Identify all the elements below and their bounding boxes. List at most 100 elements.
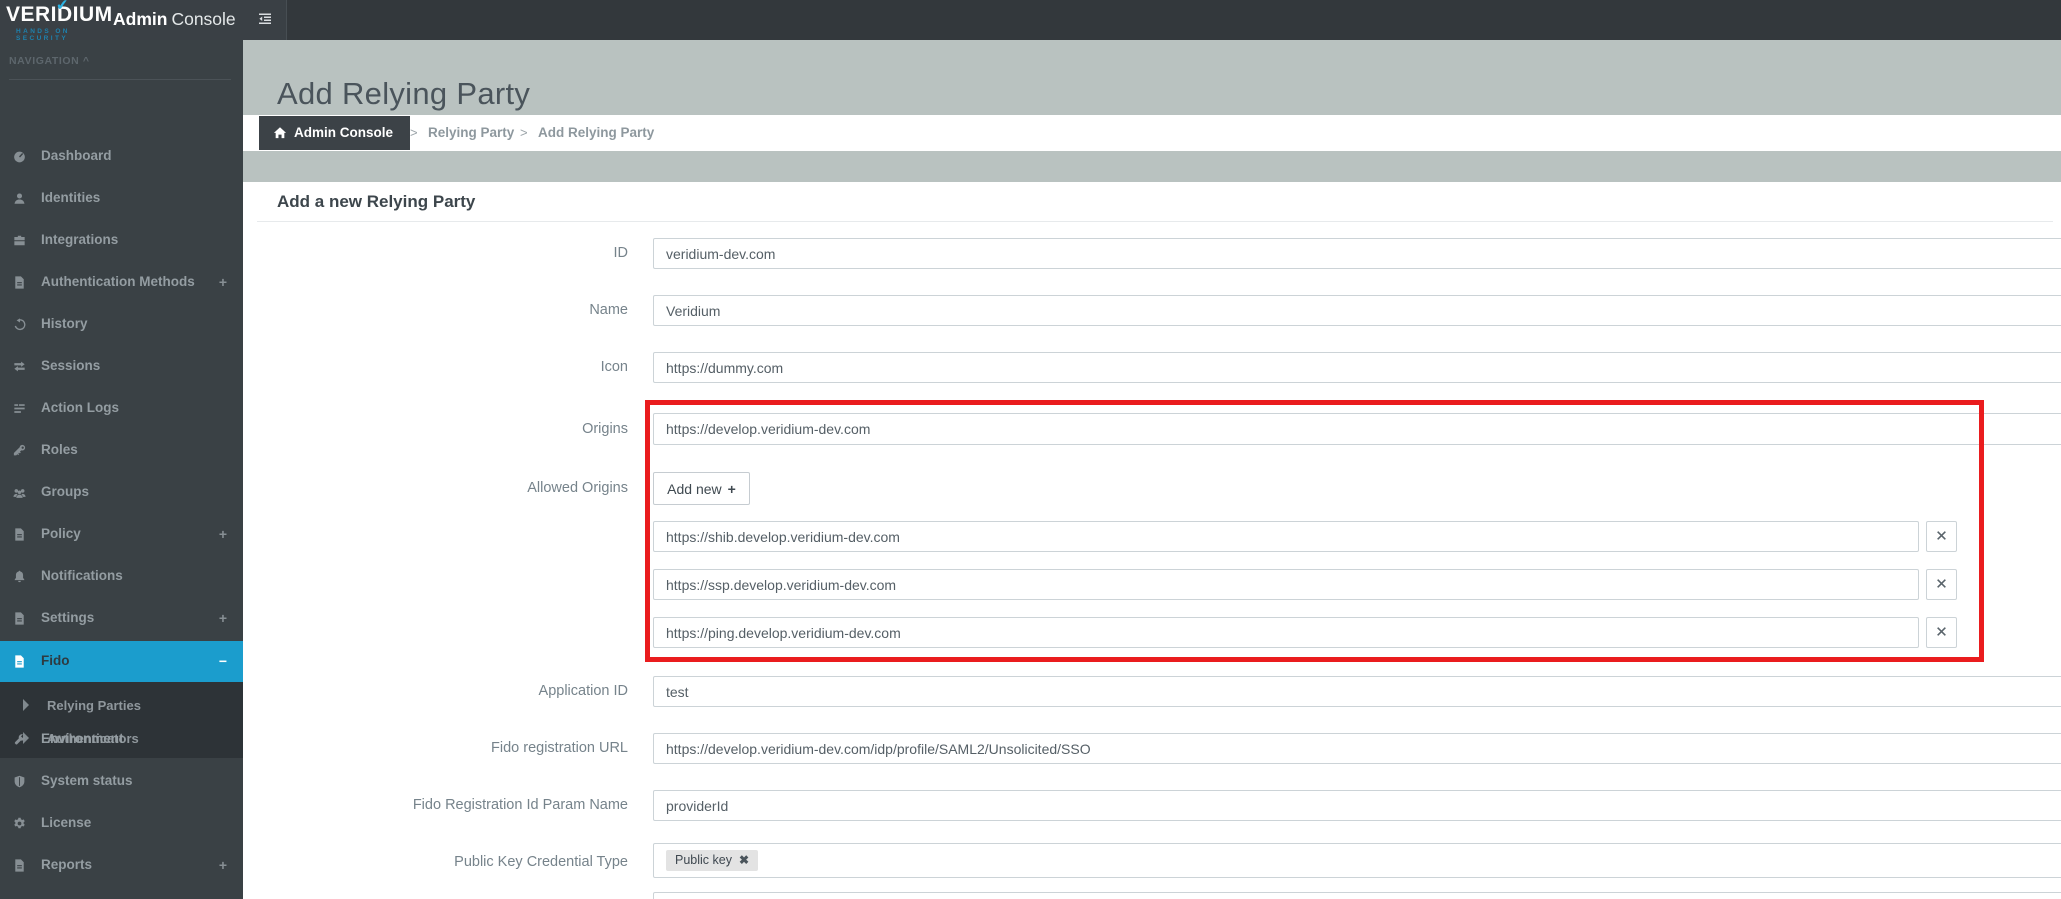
brand-checkmark-icon: ✔ [55,0,70,15]
sidebar-subitem-relying-parties[interactable]: Relying Parties [0,689,243,723]
name-input[interactable] [653,295,2061,326]
sidebar-item-roles[interactable]: Roles [0,430,243,472]
sidebar-item-label: Dashboard [41,148,112,163]
sidebar-section-label: NAVIGATION ^ [9,55,90,67]
sidebar-item-authentication-methods[interactable]: Authentication Methods + [0,262,243,304]
sidebar-item-label: Reports [41,857,93,872]
sidebar-item-action-logs[interactable]: Action Logs [0,388,243,430]
icon-input[interactable] [653,352,2061,383]
sessions-icon [12,359,28,375]
origins-input[interactable] [653,413,2061,445]
breadcrumb-root[interactable]: Admin Console [259,116,411,152]
document-icon [12,654,28,670]
remove-origin-button-1[interactable] [1926,521,1957,552]
expand-plus-icon[interactable]: + [219,526,227,542]
sidebar-divider [9,79,231,80]
page-header: Add Relying Party Admin Console > Relyin… [243,40,2061,182]
field-label-id: ID [613,245,629,261]
sidebar-item-label: License [41,815,92,830]
user-icon [12,191,28,207]
fido-registration-url-input[interactable] [653,733,2061,764]
key-icon [12,443,28,459]
sidebar-subitem-label: Relying Parties [47,698,141,713]
sidebar-item-integrations[interactable]: Integrations [0,220,243,262]
sidebar-item-history[interactable]: History [0,304,243,346]
sidebar-item-sessions[interactable]: Sessions [0,346,243,388]
sidebar-item-settings[interactable]: Settings + [0,598,243,640]
sidebar-item-fido[interactable]: Fido − [0,641,243,682]
sidebar-item-label: History [41,316,88,331]
sidebar-item-label: Notifications [41,568,123,583]
sidebar-toggle-button[interactable] [252,9,278,31]
expand-plus-icon[interactable]: + [219,274,227,290]
sidebar-item-system-status[interactable]: System status [0,761,243,803]
field-label-public-key-credential-type: Public Key Credential Type [454,854,628,870]
topbar: VERIDIUM ✔ HANDS ON SECURITY Admin Consol… [0,0,2061,42]
field-label-icon: Icon [600,359,628,375]
plus-icon: + [727,480,736,497]
topbar-brand-section: VERIDIUM ✔ HANDS ON SECURITY Admin Consol… [0,0,287,42]
allowed-origin-input-2[interactable] [653,569,1919,600]
field-label-name: Name [589,302,628,318]
close-icon [1936,625,1947,640]
collapse-minus-icon[interactable]: − [219,653,227,669]
app-title-light: Console [171,9,236,29]
admin-console-app: VERIDIUM ✔ HANDS ON SECURITY Admin Consol… [0,0,2061,899]
expand-plus-icon[interactable]: + [219,610,227,626]
sidebar-item-label: Roles [41,442,78,457]
add-new-origin-button[interactable]: Add new + [653,472,750,505]
sidebar-item-policy[interactable]: Policy + [0,514,243,556]
sidebar-item-identities[interactable]: Identities [0,178,243,220]
sidebar: NAVIGATION ^ Dashboard Identities Integr… [0,40,243,899]
sidebar-item-label: Integrations [41,232,119,247]
sidebar-item-label: Identities [41,190,101,205]
bell-icon [12,569,28,585]
breadcrumb-separator: > [520,125,528,140]
fido-registration-id-param-name-input[interactable] [653,790,2061,821]
remove-origin-button-3[interactable] [1926,617,1957,648]
document-icon [12,527,28,543]
sidebar-item-label: System status [41,773,133,788]
sidebar-item-notifications[interactable]: Notifications [0,556,243,598]
home-icon [273,118,287,152]
history-icon [12,317,28,333]
close-icon [1936,529,1947,544]
field-label-fido-registration-id-param-name: Fido Registration Id Param Name [412,797,628,813]
group-icon [12,485,28,501]
sidebar-item-dashboard[interactable]: Dashboard [0,136,243,178]
page-title: Add Relying Party [277,76,531,111]
application-id-input[interactable] [653,676,2061,707]
credential-type-chip: Public key ✖ [666,850,759,871]
allowed-origin-input-3[interactable] [653,617,1919,648]
sidebar-item-label: Fido [41,653,70,668]
veridium-logo: VERIDIUM ✔ HANDS ON SECURITY [6,0,118,42]
sidebar-item-label: Environment [41,731,124,746]
chip-remove-icon[interactable]: ✖ [739,853,749,867]
sidebar-item-label: Sessions [41,358,101,373]
remove-origin-button-2[interactable] [1926,569,1957,600]
form-panel: Add a new Relying Party ID Name Icon Ori… [243,182,2061,899]
app-title: Admin Console [113,9,236,30]
close-icon [1936,577,1947,592]
field-label-fido-registration-url: Fido registration URL [491,740,628,756]
expand-plus-icon[interactable]: + [219,857,227,873]
field-label-application-id: Application ID [538,683,628,699]
breadcrumb-item-add-relying-party[interactable]: Add Relying Party [538,115,654,151]
next-field-input-partial[interactable] [653,892,2061,899]
list-icon [12,401,28,417]
wrench-icon [12,732,28,748]
sidebar-item-environment[interactable]: Environment [0,719,243,761]
dashboard-icon [12,149,28,165]
breadcrumb-item-relying-party[interactable]: Relying Party [428,115,514,151]
public-key-credential-type-input[interactable]: Public key ✖ [653,843,2061,878]
sidebar-item-label: Settings [41,610,95,625]
document-icon [12,611,28,627]
sidebar-item-reports[interactable]: Reports + [0,845,243,887]
allowed-origin-input-1[interactable] [653,521,1919,552]
document-icon [12,858,28,874]
shield-icon [12,774,28,790]
briefcase-icon [12,233,28,249]
id-input[interactable] [653,238,2061,269]
sidebar-item-license[interactable]: License [0,803,243,845]
sidebar-item-groups[interactable]: Groups [0,472,243,514]
